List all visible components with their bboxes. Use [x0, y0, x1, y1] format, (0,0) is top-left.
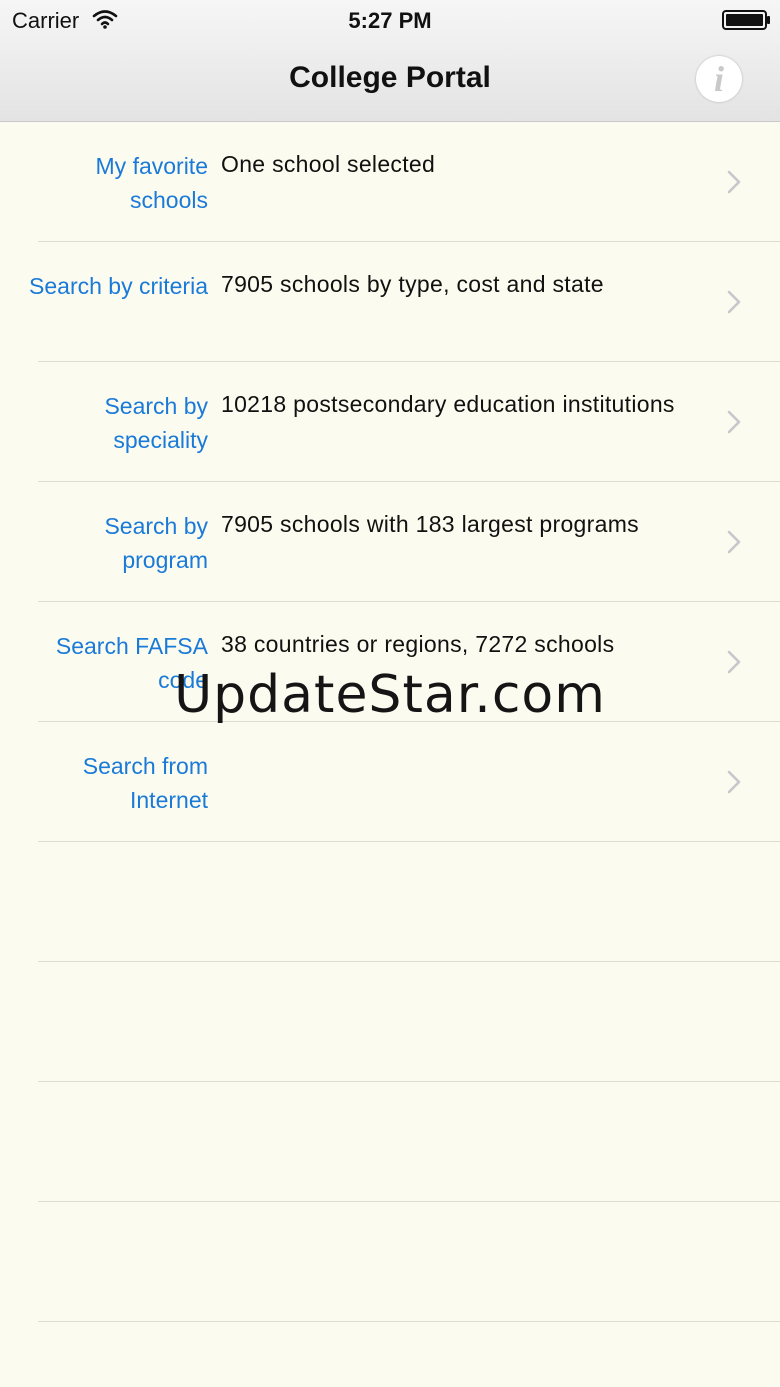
empty-row — [0, 1082, 780, 1202]
row-label: Search from Internet — [82, 753, 208, 813]
list-item-search-fafsa-code[interactable]: Search FAFSA code 38 countries or region… — [0, 602, 780, 722]
list-item-search-by-criteria[interactable]: Search by criteria 7905 schools by type,… — [0, 242, 780, 362]
list-item-search-by-program[interactable]: Search by program 7905 schools with 183 … — [0, 482, 780, 602]
chevron-right-icon — [727, 530, 741, 554]
status-bar: Carrier 5:27 PM — [0, 0, 780, 40]
row-detail: 10218 postsecondary education institutio… — [221, 391, 675, 417]
row-label: Search by program — [104, 513, 208, 573]
row-label: Search by criteria — [29, 273, 208, 299]
battery-icon — [722, 10, 770, 30]
row-label: My favorite schools — [95, 153, 208, 213]
status-time: 5:27 PM — [348, 8, 432, 33]
page-title: College Portal — [289, 61, 491, 94]
chevron-right-icon — [727, 170, 741, 194]
row-detail: One school selected — [221, 151, 436, 177]
list-item-search-from-internet[interactable]: Search from Internet — [0, 722, 780, 842]
row-detail: 7905 schools with 183 largest programs — [221, 511, 639, 537]
chevron-right-icon — [727, 290, 741, 314]
navigation-bar: Carrier 5:27 PM College Portal i — [0, 0, 780, 122]
row-detail: 7905 schools by type, cost and state — [221, 271, 604, 297]
chevron-right-icon — [727, 650, 741, 674]
chevron-right-icon — [727, 410, 741, 434]
row-label: Search FAFSA code — [55, 633, 208, 693]
row-label: Search by speciality — [104, 393, 208, 453]
chevron-right-icon — [727, 770, 741, 794]
info-glyph: i — [713, 59, 724, 99]
list-item-favorite-schools[interactable]: My favorite schools One school selected — [0, 122, 780, 242]
empty-row — [0, 962, 780, 1082]
menu-list: My favorite schools One school selected … — [0, 122, 780, 1322]
empty-row — [0, 1202, 780, 1322]
list-item-search-by-speciality[interactable]: Search by speciality 10218 postsecondary… — [0, 362, 780, 482]
row-detail: 38 countries or regions, 7272 schools — [221, 631, 615, 657]
empty-row — [0, 842, 780, 962]
info-icon[interactable]: i — [696, 56, 742, 102]
